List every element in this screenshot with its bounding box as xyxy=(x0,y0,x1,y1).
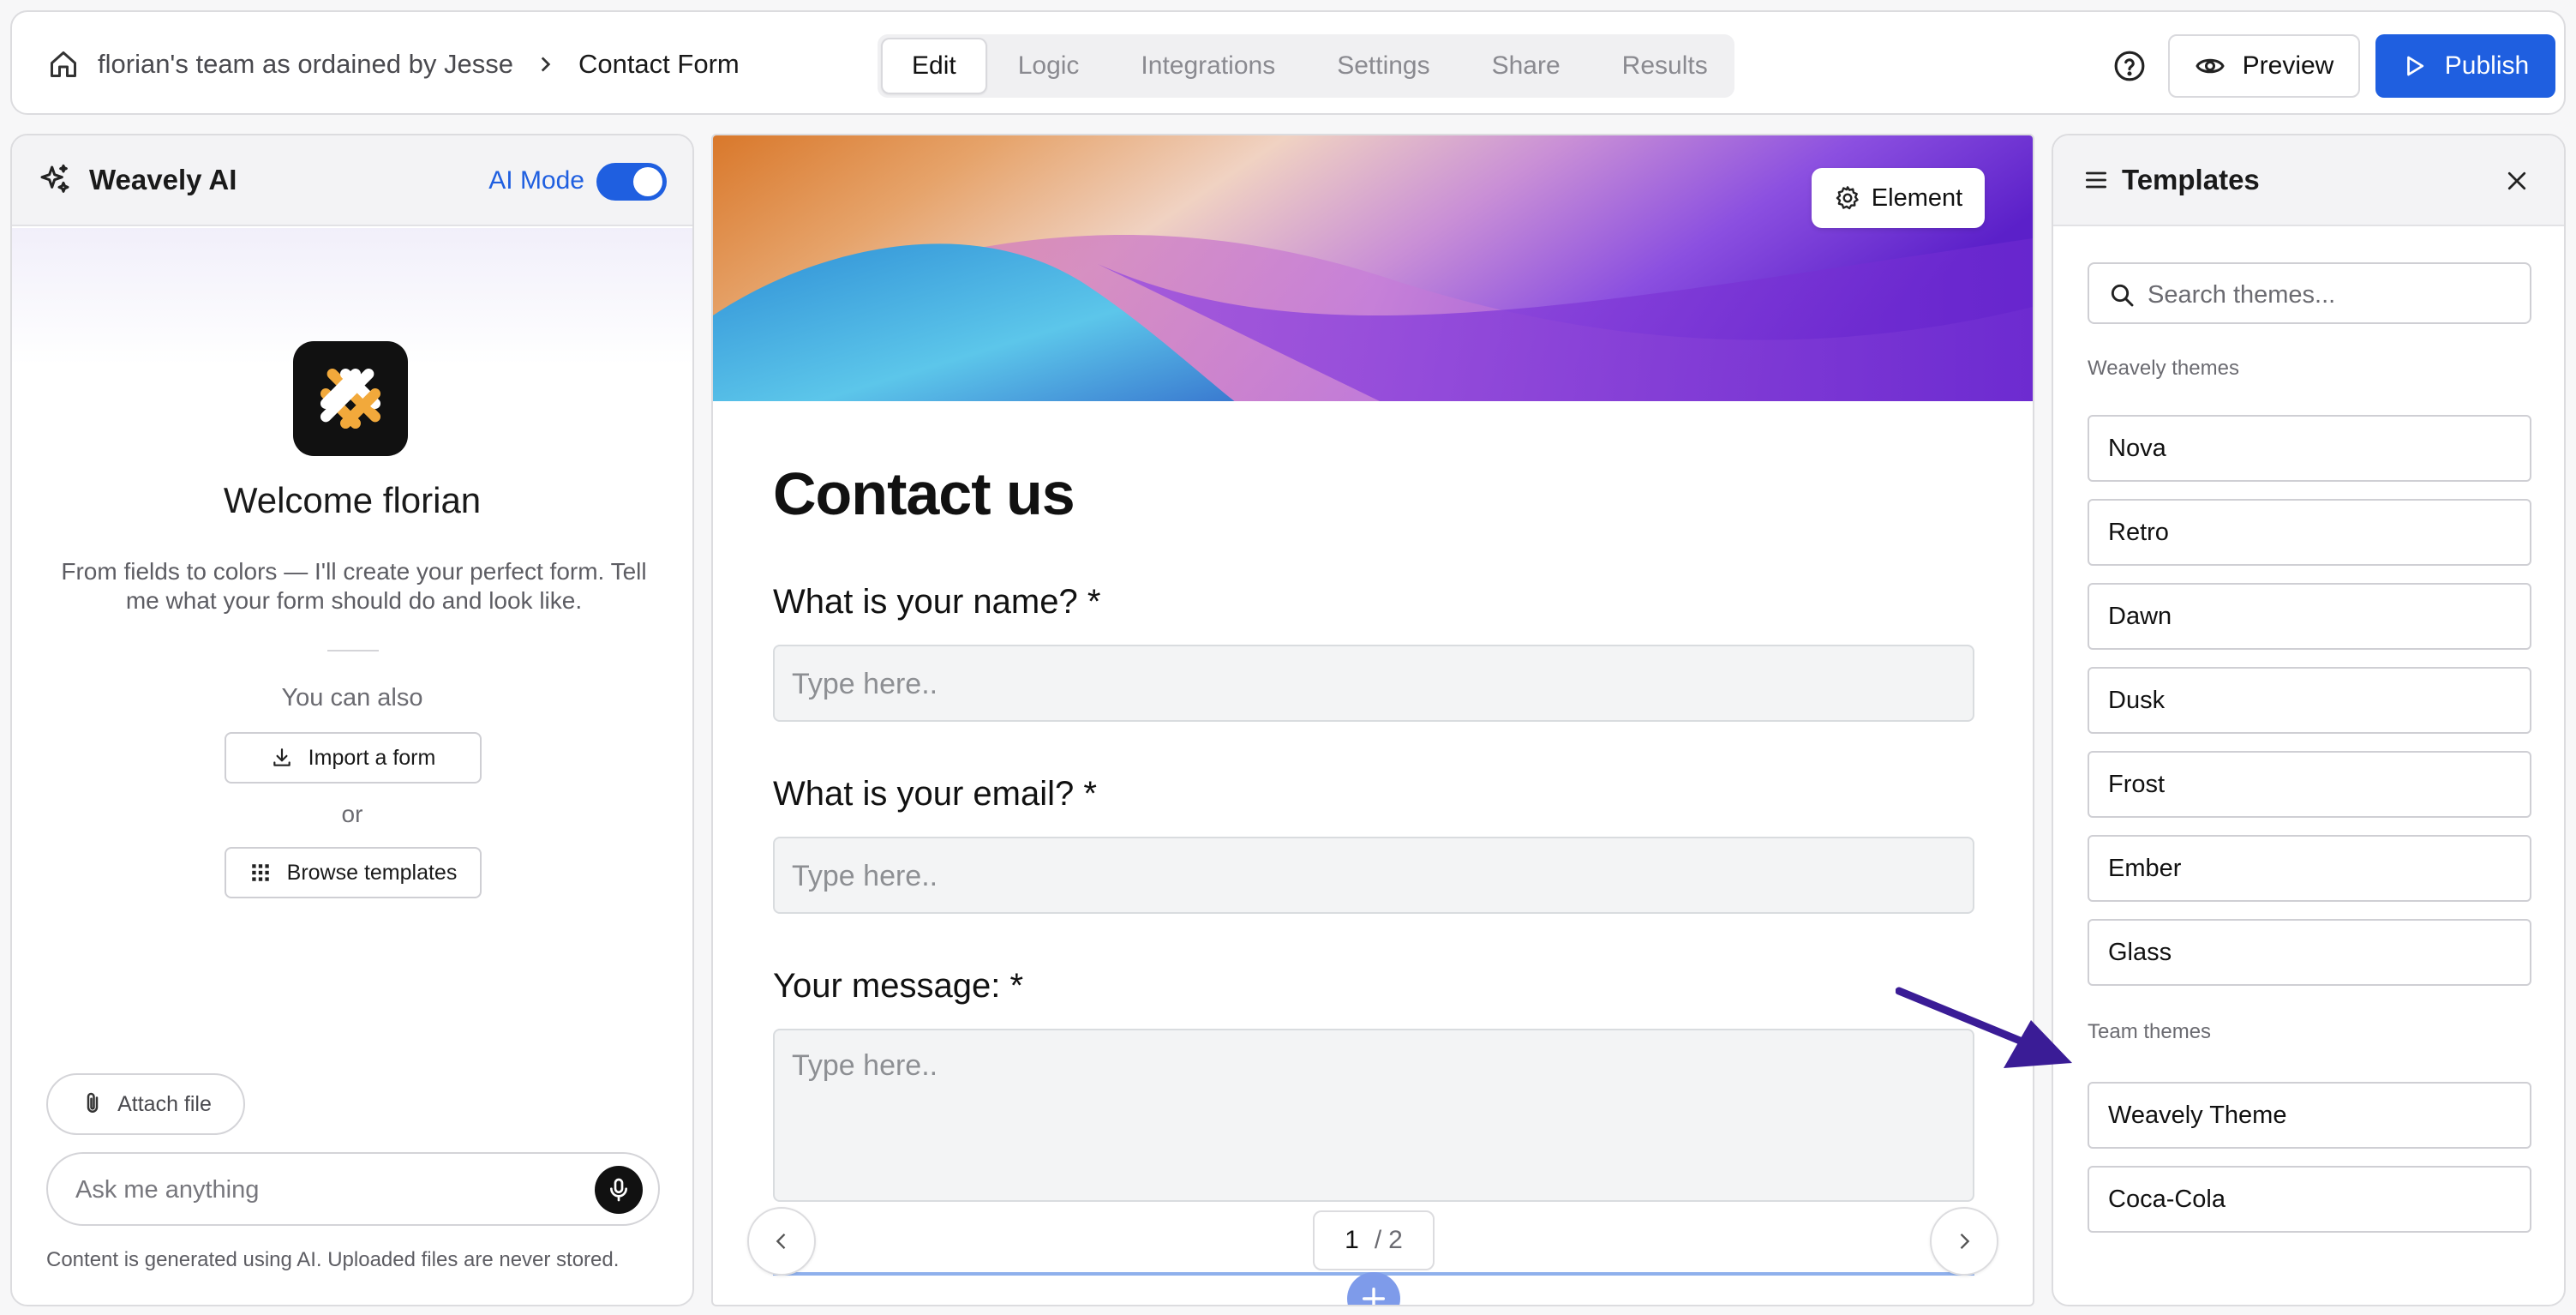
theme-frost[interactable]: Frost xyxy=(2088,751,2531,818)
ai-mode-toggle[interactable] xyxy=(596,163,667,201)
annotation-arrow-icon xyxy=(1896,987,2072,1068)
breadcrumb-page[interactable]: Contact Form xyxy=(578,49,740,80)
tab-settings[interactable]: Settings xyxy=(1306,38,1460,94)
chevron-left-icon xyxy=(776,1234,786,1249)
ask-input-container xyxy=(46,1152,660,1226)
page-separator: / xyxy=(1374,1226,1382,1254)
toggle-knob xyxy=(633,167,662,196)
ai-panel-title: Weavely AI xyxy=(89,164,237,195)
element-label: Element xyxy=(1871,183,1963,212)
total-pages: 2 xyxy=(1388,1226,1403,1254)
tab-share[interactable]: Share xyxy=(1461,38,1591,94)
top-bar: florian's team as ordained by Jesse Cont… xyxy=(10,10,2566,115)
current-page[interactable]: 1 xyxy=(1345,1226,1359,1255)
previous-page-button[interactable] xyxy=(747,1207,816,1276)
divider xyxy=(327,650,379,651)
you-can-also-label: You can also xyxy=(281,684,423,712)
import-form-button[interactable]: Import a form xyxy=(225,732,482,784)
browse-templates-label: Browse templates xyxy=(286,860,458,885)
publish-button[interactable]: Publish xyxy=(2375,34,2555,98)
weavely-themes-heading: Weavely themes xyxy=(2088,357,2239,380)
tab-edit[interactable]: Edit xyxy=(881,38,987,94)
or-label: or xyxy=(341,801,363,827)
breadcrumb-team[interactable]: florian's team as ordained by Jesse xyxy=(98,49,513,80)
question-label-message[interactable]: Your message: * xyxy=(773,967,1023,1006)
attach-file-button[interactable]: Attach file xyxy=(46,1073,245,1135)
form-title[interactable]: Contact us xyxy=(773,459,1075,528)
plus-icon xyxy=(1362,1287,1386,1305)
theme-search xyxy=(2088,262,2531,324)
email-field xyxy=(773,837,1974,914)
weavely-logo xyxy=(293,341,408,456)
ai-panel-header: Weavely AI AI Mode xyxy=(12,135,692,226)
templates-title: Templates xyxy=(2122,164,2260,195)
theme-nova[interactable]: Nova xyxy=(2088,415,2531,482)
publish-label: Publish xyxy=(2444,51,2530,80)
add-page-button[interactable] xyxy=(1347,1272,1400,1305)
chevron-right-icon xyxy=(1960,1234,1970,1249)
import-form-label: Import a form xyxy=(308,745,436,770)
theme-glass[interactable]: Glass xyxy=(2088,919,2531,986)
eye-icon xyxy=(2195,58,2225,74)
download-icon xyxy=(273,748,291,766)
tab-integrations[interactable]: Integrations xyxy=(1110,38,1306,94)
play-icon xyxy=(2406,56,2423,76)
search-icon xyxy=(2111,284,2134,307)
breadcrumb: florian's team as ordained by Jesse Cont… xyxy=(48,12,740,117)
element-button[interactable]: Element xyxy=(1812,168,1985,228)
microphone-icon xyxy=(610,1178,627,1202)
sparkles-icon xyxy=(40,164,69,193)
paperclip-icon xyxy=(87,1092,99,1113)
next-page-button[interactable] xyxy=(1930,1207,1998,1276)
theme-weavely-theme[interactable]: Weavely Theme xyxy=(2088,1082,2531,1149)
templates-header: Templates xyxy=(2053,135,2564,226)
templates-panel: Templates Weavely themes Nova Retro Dawn… xyxy=(2052,134,2566,1306)
chevron-right-icon xyxy=(541,57,551,72)
email-input[interactable] xyxy=(792,859,1957,893)
team-themes-heading: Team themes xyxy=(2088,1020,2212,1043)
name-input[interactable] xyxy=(792,667,1957,701)
microphone-button[interactable] xyxy=(595,1166,643,1214)
tab-bar: Edit Logic Integrations Settings Share R… xyxy=(878,34,1734,98)
tab-results[interactable]: Results xyxy=(1591,38,1739,94)
grid-icon xyxy=(251,864,269,881)
preview-button[interactable]: Preview xyxy=(2168,34,2360,98)
question-label-name[interactable]: What is your name? * xyxy=(773,583,1100,621)
attach-file-label: Attach file xyxy=(117,1091,212,1116)
tab-logic[interactable]: Logic xyxy=(987,38,1111,94)
theme-dusk[interactable]: Dusk xyxy=(2088,667,2531,734)
theme-coca-cola[interactable]: Coca-Cola xyxy=(2088,1166,2531,1233)
message-field xyxy=(773,1029,1974,1202)
welcome-heading: Welcome florian xyxy=(223,480,482,520)
home-icon[interactable] xyxy=(48,49,79,80)
name-field xyxy=(773,645,1974,722)
preview-label: Preview xyxy=(2242,51,2334,80)
question-label-email[interactable]: What is your email? * xyxy=(773,775,1097,814)
ai-panel: Weavely AI AI Mode Welcome florian From … xyxy=(10,134,694,1306)
welcome-description: From fields to colors — I'll create your… xyxy=(61,558,647,614)
form-canvas: Element Contact us What is your name? * … xyxy=(711,134,2034,1306)
ask-input[interactable] xyxy=(75,1173,555,1207)
help-icon[interactable] xyxy=(2113,50,2146,82)
ai-disclaimer: Content is generated using AI. Uploaded … xyxy=(46,1248,620,1271)
theme-ember[interactable]: Ember xyxy=(2088,835,2531,902)
weave-logo-icon xyxy=(320,368,381,429)
ai-mode-label: AI Mode xyxy=(488,166,584,195)
theme-dawn[interactable]: Dawn xyxy=(2088,583,2531,650)
search-themes-input[interactable] xyxy=(2148,278,2516,312)
browse-templates-button[interactable]: Browse templates xyxy=(225,847,482,898)
close-icon[interactable] xyxy=(2504,168,2530,194)
page-indicator: 1 / 2 xyxy=(1313,1210,1435,1270)
menu-icon xyxy=(2086,171,2106,189)
theme-retro[interactable]: Retro xyxy=(2088,499,2531,566)
message-textarea[interactable] xyxy=(792,1049,1957,1101)
gear-icon xyxy=(1836,186,1859,210)
